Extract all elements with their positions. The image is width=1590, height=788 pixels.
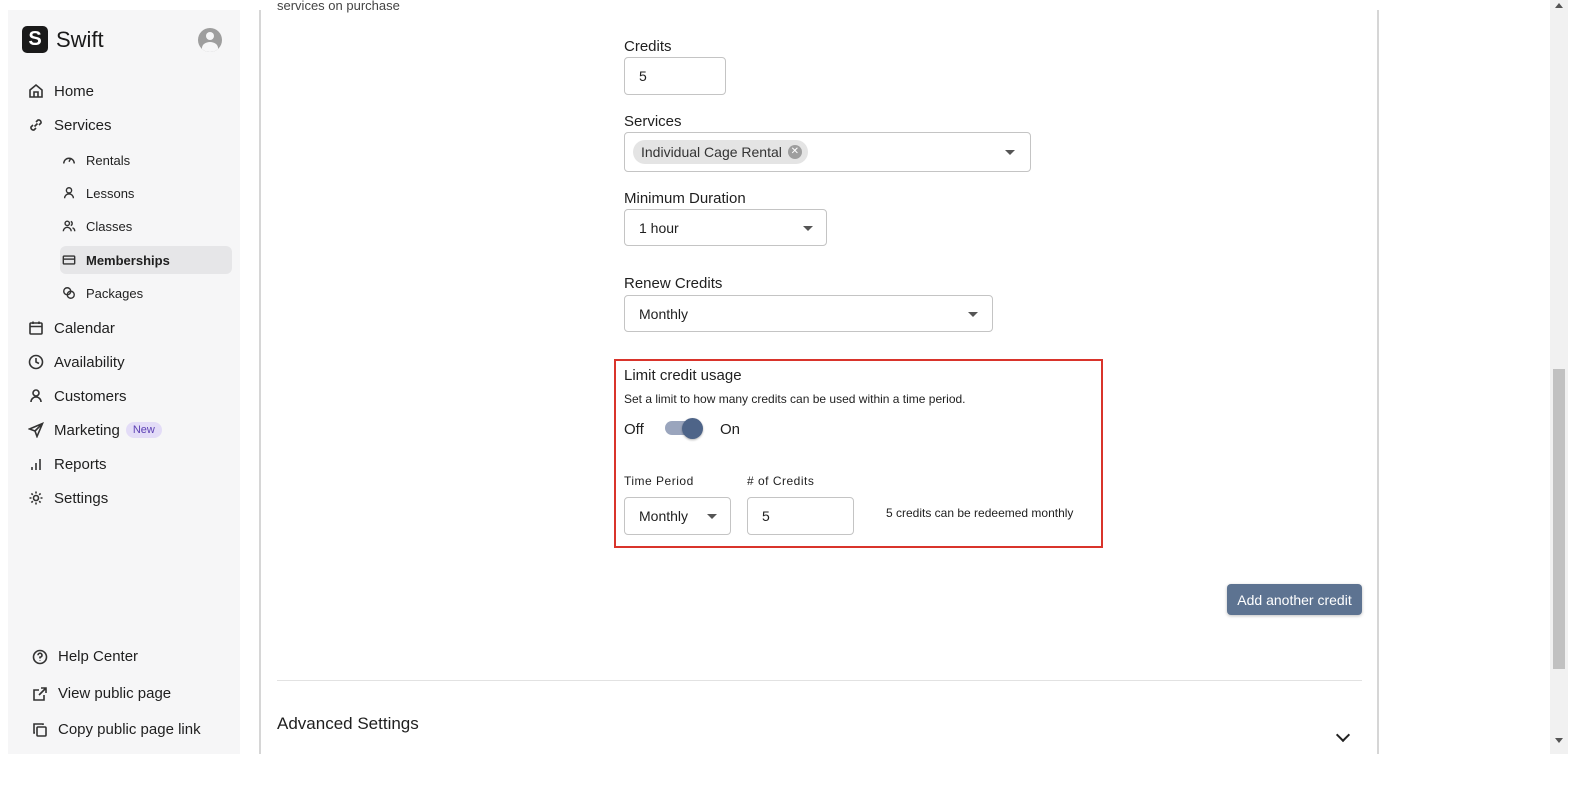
sidebar: S Swift Home Services Rentals Lessons Cl… [8, 10, 240, 754]
sidebar-subitem-label: Classes [86, 218, 133, 234]
divider [277, 680, 1362, 681]
sidebar-subitem-lessons[interactable]: Lessons [60, 179, 232, 207]
scrollbar-thumb[interactable] [1553, 369, 1565, 669]
sidebar-item-home[interactable]: Home [28, 79, 94, 103]
renew-credits-label: Renew Credits [624, 275, 723, 292]
credits-label: Credits [624, 38, 672, 55]
gear-icon [29, 491, 43, 505]
min-duration-select[interactable]: 1 hour [624, 209, 827, 246]
footer-link-label: View public page [58, 685, 172, 702]
packages-icon [63, 287, 75, 299]
scroll-down-icon[interactable] [1555, 738, 1563, 743]
sidebar-subitem-label: Rentals [86, 152, 131, 168]
new-badge: New [125, 422, 162, 438]
chevron-down-icon [803, 226, 813, 231]
sidebar-item-label: Calendar [54, 319, 115, 337]
renew-credits-select[interactable]: Monthly [624, 295, 993, 332]
sidebar-item-availability[interactable]: Availability [28, 350, 125, 374]
sidebar-item-label: Reports [54, 455, 107, 473]
chevron-down-icon [968, 312, 978, 317]
card-icon [62, 255, 76, 265]
sidebar-subitem-label: Lessons [86, 185, 135, 201]
people-icon [62, 220, 76, 232]
sidebar-subitem-rentals[interactable]: Rentals [60, 146, 232, 174]
copy-public-page-link[interactable]: Copy public page link [32, 721, 201, 738]
copy-icon [33, 722, 47, 737]
limit-summary: 5 credits can be redeemed monthly [886, 506, 1074, 520]
min-duration-label: Minimum Duration [624, 190, 746, 207]
gauge-icon [63, 157, 75, 164]
time-period-select[interactable]: Monthly [624, 497, 731, 535]
scroll-up-icon[interactable] [1555, 3, 1563, 8]
sidebar-item-reports[interactable]: Reports [28, 452, 107, 476]
footer-link-label: Help Center [58, 648, 139, 665]
chevron-down-icon [707, 514, 717, 519]
time-period-label: Time Period [624, 474, 694, 488]
credits-value: 5 [639, 68, 647, 84]
footer-link-label: Copy public page link [58, 721, 201, 738]
limit-toggle-knob[interactable] [682, 418, 703, 439]
sidebar-item-label: Services [54, 116, 112, 134]
renew-credits-value: Monthly [639, 305, 689, 322]
sidebar-item-label: Customers [54, 387, 127, 405]
num-credits-input[interactable]: 5 [747, 497, 854, 535]
help-icon [32, 649, 48, 664]
sidebar-subitem-classes[interactable]: Classes [60, 212, 232, 240]
num-credits-value: 5 [762, 508, 770, 524]
advanced-settings-title[interactable]: Advanced Settings [277, 714, 419, 734]
brand[interactable]: S Swift [22, 26, 104, 53]
services-label: Services [624, 113, 682, 130]
brand-logo-icon: S [22, 26, 48, 53]
external-link-icon [33, 686, 47, 701]
sidebar-item-customers[interactable]: Customers [28, 384, 127, 408]
home-icon [29, 83, 43, 98]
sidebar-subitem-packages[interactable]: Packages [60, 279, 232, 307]
sidebar-subitem-memberships[interactable]: Memberships [60, 246, 232, 274]
app-frame: S Swift Home Services Rentals Lessons Cl… [0, 0, 1590, 788]
sidebar-subitem-label: Packages [86, 285, 144, 301]
add-another-credit-button[interactable]: Add another credit [1227, 584, 1362, 615]
time-period-value: Monthly [639, 508, 689, 524]
sidebar-item-services[interactable]: Services [28, 113, 112, 137]
view-public-page-link[interactable]: View public page [32, 685, 171, 702]
avatar[interactable] [198, 28, 222, 52]
link-icon [30, 119, 42, 131]
service-chip[interactable]: Individual Cage Rental ✕ [633, 140, 808, 164]
clock-icon [28, 354, 44, 370]
limit-description: Set a limit to how many credits can be u… [624, 392, 966, 406]
toggle-off-label: Off [624, 421, 644, 438]
sidebar-item-marketing[interactable]: Marketing New [28, 418, 162, 442]
person-icon [63, 187, 75, 199]
brand-name: Swift [56, 26, 104, 52]
min-duration-value: 1 hour [639, 219, 679, 236]
sidebar-item-label: Availability [54, 353, 125, 371]
services-select[interactable]: Individual Cage Rental ✕ [624, 132, 1031, 172]
sidebar-subitem-label: Memberships [86, 252, 170, 268]
limit-title: Limit credit usage [624, 367, 742, 384]
credits-input[interactable]: 5 [624, 57, 726, 95]
toggle-on-label: On [720, 421, 741, 438]
help-center-link[interactable]: Help Center [32, 648, 138, 665]
service-chip-label: Individual Cage Rental [641, 144, 782, 160]
section-description: services on purchase [277, 0, 400, 13]
sidebar-item-calendar[interactable]: Calendar [28, 316, 115, 340]
calendar-icon [29, 321, 43, 335]
user-icon [30, 389, 42, 403]
sidebar-item-label: Home [54, 82, 95, 100]
chevron-down-icon [1005, 150, 1015, 155]
chip-remove-icon[interactable]: ✕ [787, 145, 802, 159]
num-credits-label: # of Credits [747, 474, 815, 488]
bar-chart-icon [31, 459, 41, 470]
sidebar-item-label: Marketing [54, 421, 120, 439]
sidebar-item-label: Settings [54, 489, 109, 507]
send-icon [28, 422, 44, 438]
sidebar-item-settings[interactable]: Settings [28, 486, 108, 510]
